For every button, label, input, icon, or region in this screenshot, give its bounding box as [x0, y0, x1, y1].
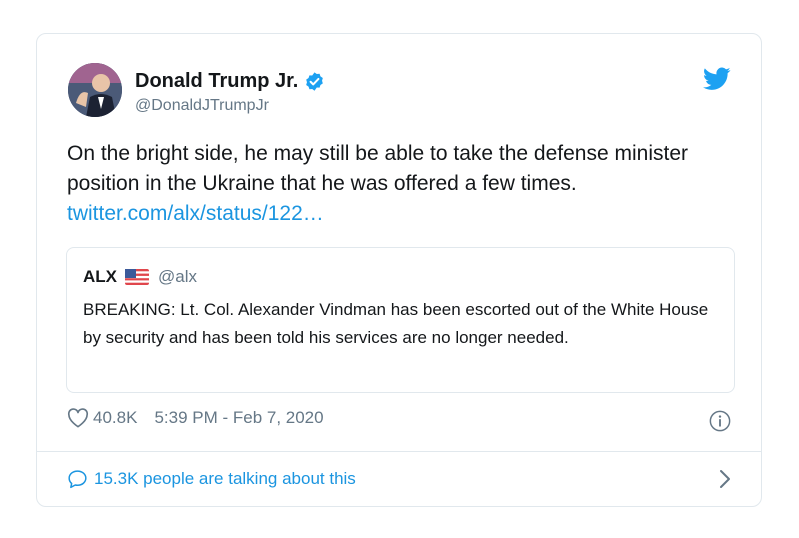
quoted-tweet[interactable]: ALX @alx BREAKING: Lt. Col. Alexander Vi…: [66, 247, 735, 393]
tweet-text: On the bright side, he may still be able…: [67, 142, 689, 195]
quoted-tweet-header: ALX @alx: [83, 267, 197, 287]
author-name-text[interactable]: Donald Trump Jr.: [135, 69, 298, 93]
divider: [37, 451, 761, 452]
chevron-right-icon[interactable]: [719, 469, 731, 489]
verified-badge-icon: [306, 71, 324, 91]
like-count[interactable]: 40.8K: [93, 408, 137, 428]
tweet-timestamp[interactable]: 5:39 PM - Feb 7, 2020: [154, 408, 323, 428]
author-avatar[interactable]: [68, 63, 122, 117]
embedded-tweet-card: Donald Trump Jr. @DonaldJTrumpJr On the …: [36, 33, 762, 507]
author-name[interactable]: Donald Trump Jr.: [135, 69, 325, 93]
twitter-bird-icon[interactable]: [703, 67, 731, 91]
quoted-tweet-text: BREAKING: Lt. Col. Alexander Vindman has…: [83, 300, 709, 347]
speech-bubble-icon: [68, 470, 87, 489]
tweet-meta: 40.8K 5:39 PM - Feb 7, 2020: [67, 408, 324, 428]
tweet-link[interactable]: twitter.com/alx/status/122…: [67, 199, 747, 229]
tweet-body: On the bright side, he may still be able…: [67, 139, 747, 229]
heart-icon[interactable]: [67, 408, 89, 428]
people-talking-text[interactable]: 15.3K people are talking about this: [94, 469, 356, 489]
author-handle[interactable]: @DonaldJTrumpJr: [135, 96, 269, 116]
us-flag-icon: [125, 269, 149, 285]
info-icon[interactable]: [709, 410, 731, 432]
conversation-link[interactable]: 15.3K people are talking about this: [67, 467, 731, 491]
quoted-author-handle[interactable]: @alx: [158, 267, 197, 287]
quoted-author-name[interactable]: ALX: [83, 267, 117, 287]
